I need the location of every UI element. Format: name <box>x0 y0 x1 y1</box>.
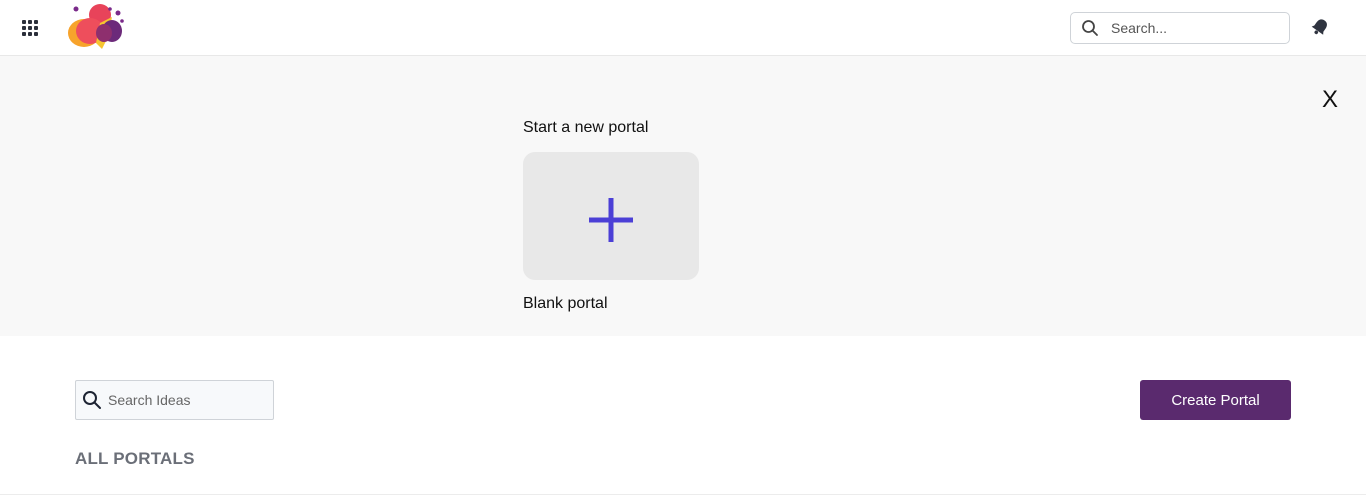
apps-grid-icon[interactable] <box>22 20 38 36</box>
search-ideas-box[interactable] <box>75 380 274 420</box>
global-search[interactable] <box>1070 12 1290 44</box>
all-portals-heading: ALL PORTALS <box>75 449 195 468</box>
bell-icon[interactable] <box>1310 17 1330 37</box>
blank-portal-card[interactable] <box>523 152 699 280</box>
global-search-input[interactable] <box>1111 16 1281 40</box>
divider <box>0 494 1366 495</box>
top-bar <box>0 0 1366 56</box>
blank-portal-label: Blank portal <box>523 295 608 312</box>
close-panel-button[interactable]: X <box>1322 88 1338 112</box>
start-portal-title: Start a new portal <box>523 119 649 136</box>
search-icon <box>83 391 101 409</box>
plus-icon <box>589 198 633 242</box>
brand-logo[interactable] <box>66 3 126 53</box>
create-portal-button[interactable]: Create Portal <box>1140 380 1291 420</box>
search-ideas-input[interactable] <box>108 387 268 413</box>
search-icon <box>1082 20 1098 36</box>
